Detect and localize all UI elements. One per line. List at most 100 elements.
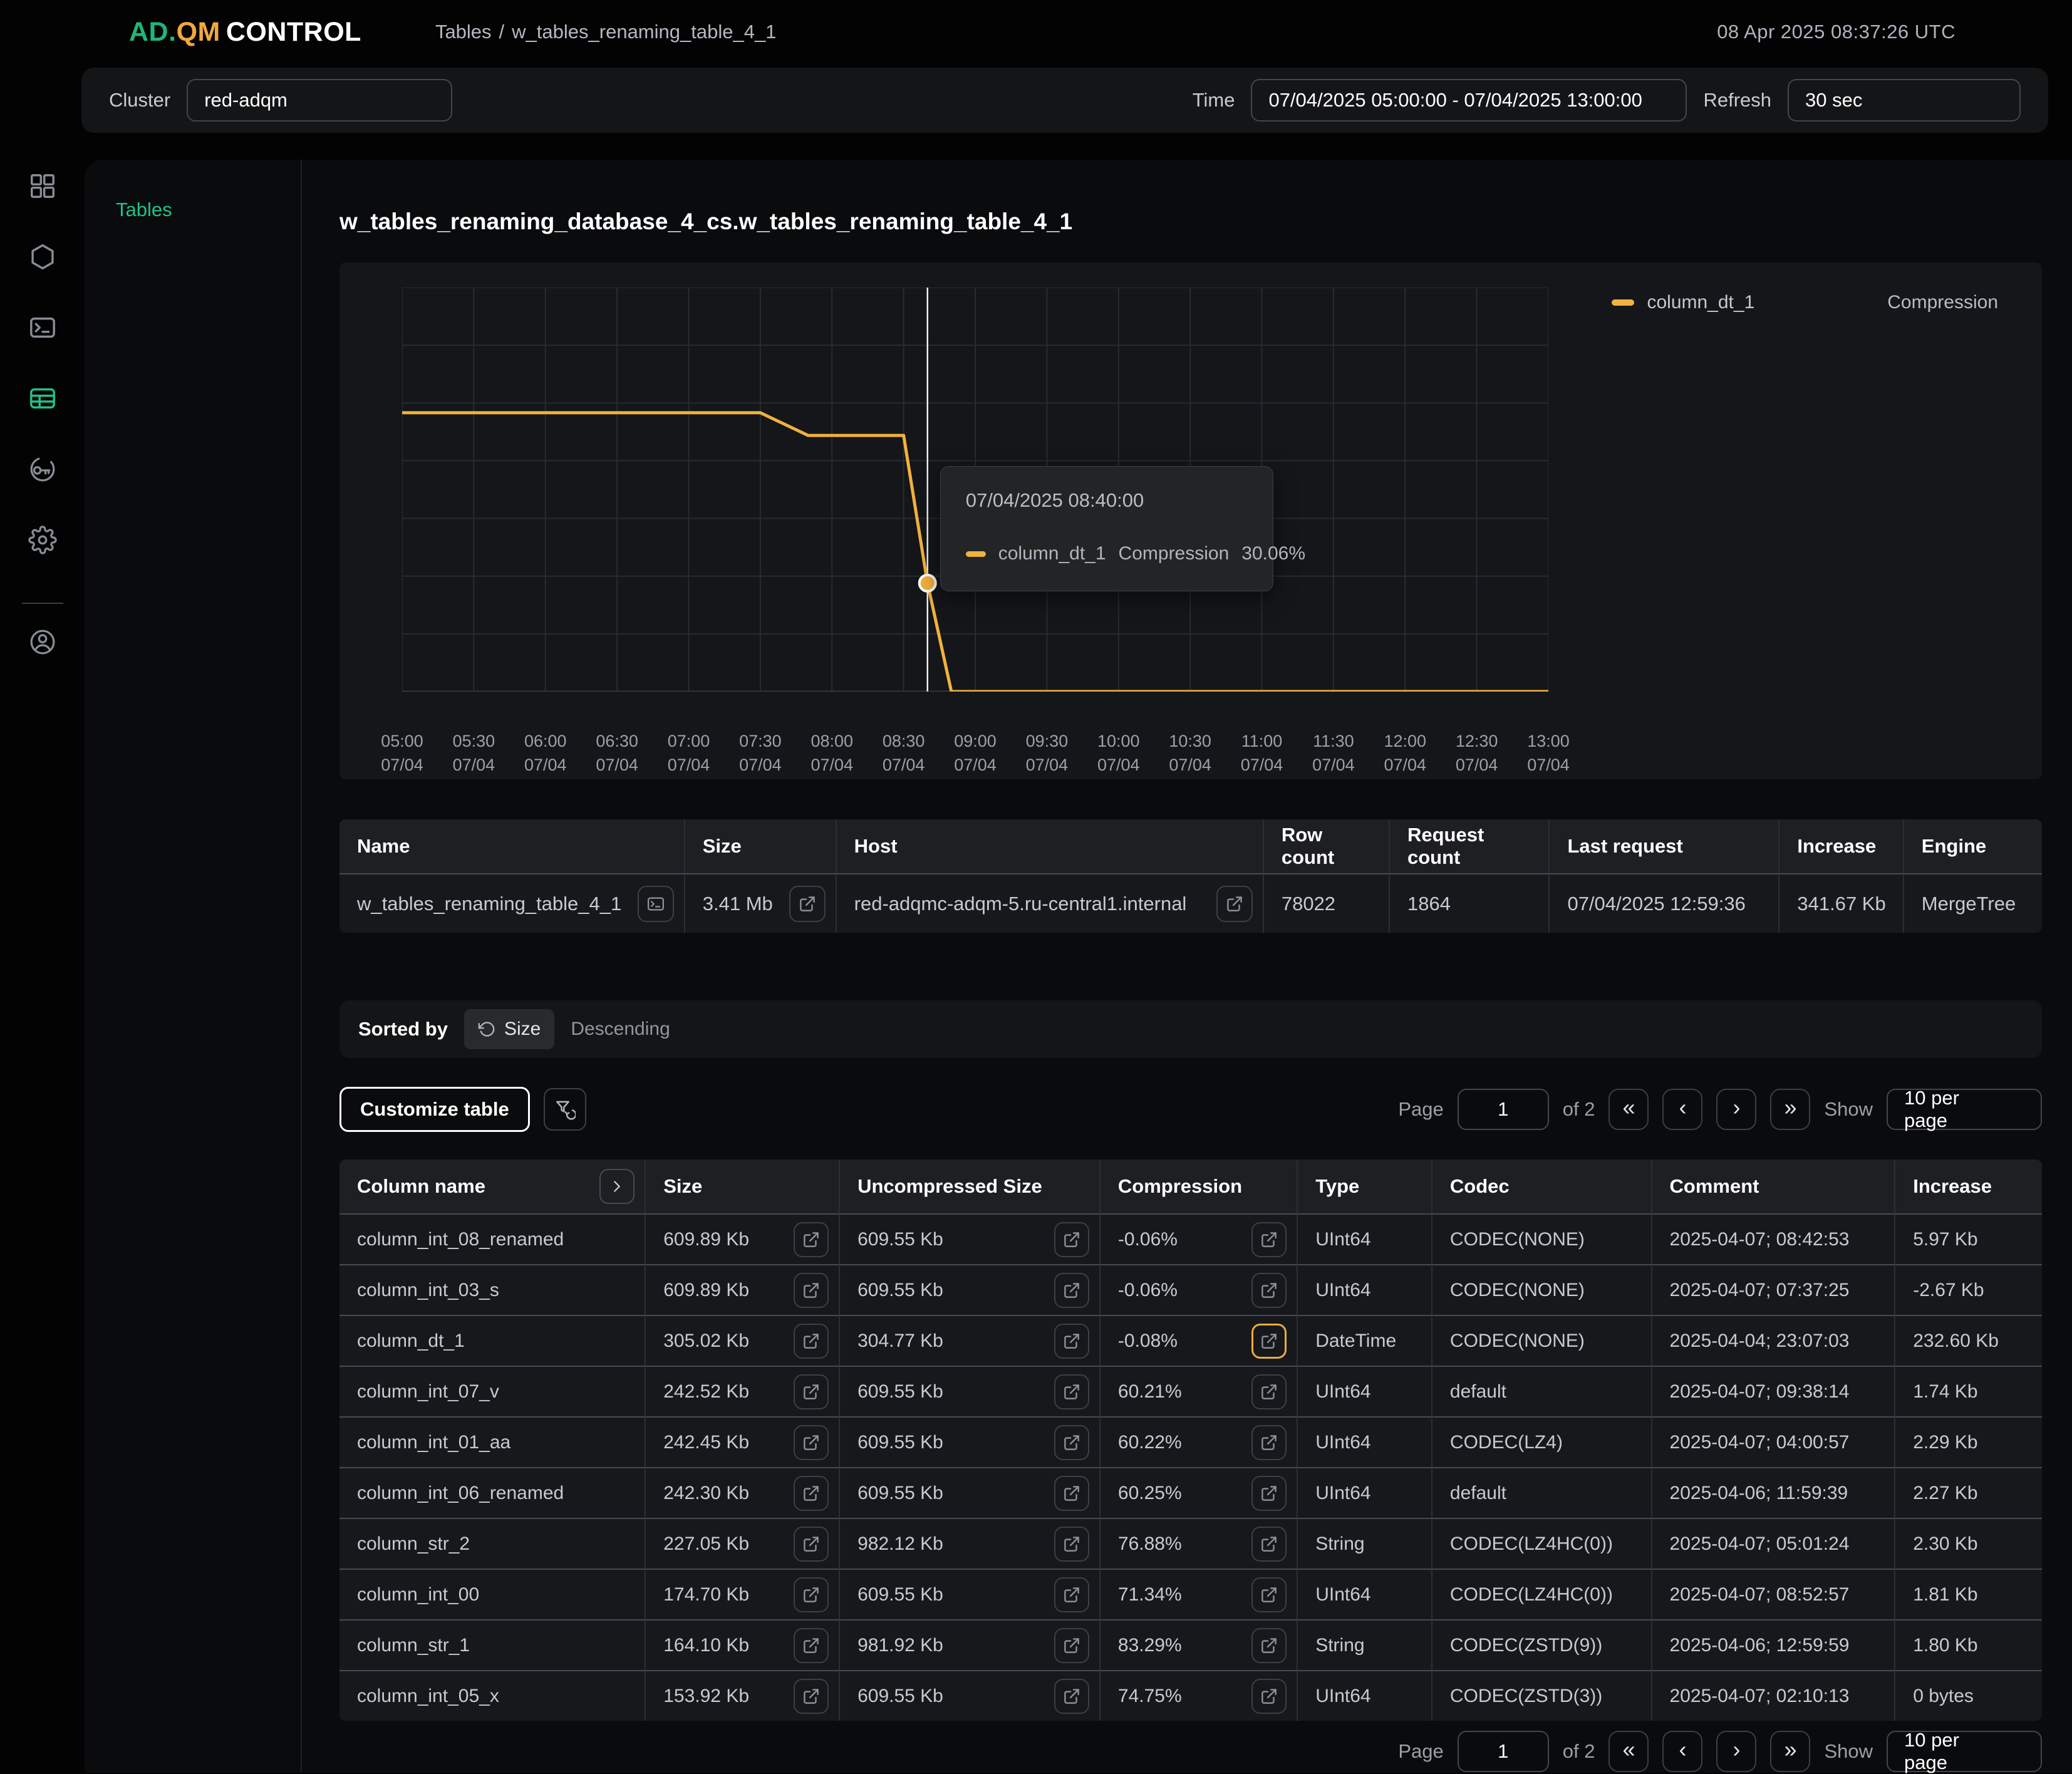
trash-icon[interactable] [1570,290,1595,315]
open-size-metric-button[interactable] [794,1273,829,1308]
open-host-button[interactable] [1216,886,1253,922]
col-header-increase[interactable]: Increase [1895,1159,2042,1213]
open-uncompressed-metric-button[interactable] [1054,1324,1089,1359]
open-compression-metric-button[interactable] [1251,1577,1287,1612]
first-page-button[interactable]: « [1608,1731,1649,1772]
open-uncompressed-metric-button[interactable] [1054,1679,1089,1714]
external-link-icon [802,1687,821,1706]
refresh-select[interactable]: 30 sec [1788,79,2021,122]
series-color-dash [1612,299,1634,306]
sidebar-item-console[interactable] [28,313,57,342]
open-uncompressed-metric-button[interactable] [1054,1222,1089,1257]
open-size-metric-button[interactable] [794,1527,829,1562]
cell-uncompressed-size: 609.55 Kb [840,1264,1101,1315]
first-page-button[interactable]: « [1608,1089,1649,1130]
app-logo[interactable]: AD.QMCONTROL [81,11,361,53]
prev-page-button[interactable]: ‹ [1662,1089,1702,1130]
reset-filters-button[interactable] [544,1088,586,1131]
open-size-metric-button[interactable] [794,1324,829,1359]
open-compression-metric-button[interactable] [1251,1273,1287,1308]
chevron-right-icon [1653,91,1672,110]
last-page-button[interactable]: » [1770,1089,1810,1130]
col-header-type[interactable]: Type [1298,1159,1432,1213]
external-link-icon [1062,1484,1081,1503]
open-size-metric-button[interactable] [794,1628,829,1663]
x-tick-label: 08:3007/04 [863,729,945,777]
open-console-button[interactable] [638,886,674,922]
open-size-metric-button[interactable] [794,1374,829,1409]
open-uncompressed-metric-button[interactable] [1054,1273,1089,1308]
col-header-size[interactable]: Size [646,1159,840,1213]
col-header-size-label: Size [663,1175,702,1198]
cell-type: UInt64 [1298,1467,1432,1518]
summary-engine-cell: MergeTree [1904,873,2042,933]
cell-size: 227.05 Kb [646,1518,840,1569]
external-link-icon [1260,1484,1278,1503]
open-compression-metric-button[interactable] [1251,1374,1287,1409]
prev-page-button[interactable]: ‹ [1662,1731,1702,1772]
page-number-input[interactable] [1458,1731,1549,1772]
next-page-button[interactable]: › [1716,1731,1756,1772]
open-uncompressed-metric-button[interactable] [1054,1628,1089,1663]
page-number-input[interactable] [1458,1089,1549,1130]
cell-increase: 0 bytes [1895,1670,2042,1721]
col-header-uncompressed[interactable]: Uncompressed Size [840,1159,1101,1213]
sort-field-chip[interactable]: Size [464,1009,554,1049]
breadcrumb-root[interactable]: Tables [435,21,492,43]
legend-series-name[interactable]: column_dt_1 [1647,292,1754,313]
open-compression-metric-button[interactable] [1251,1527,1287,1562]
sidebar-item-tables[interactable] [28,384,57,413]
customize-table-button[interactable]: Customize table [339,1087,530,1132]
sort-bar: Sorted by Size Descending [339,1000,2042,1058]
cell-size: 609.89 Kb [646,1213,840,1264]
last-page-button[interactable]: » [1770,1731,1810,1772]
sorted-by-label: Sorted by [358,1018,448,1040]
open-size-metric-button[interactable] [794,1679,829,1714]
open-compression-metric-button[interactable] [1251,1628,1287,1663]
open-compression-metric-button[interactable] [1251,1679,1287,1714]
expand-column-button[interactable] [599,1169,635,1204]
sidebar-item-tables-link[interactable]: Tables [116,199,301,221]
time-range-select[interactable]: 07/04/2025 05:00:00 - 07/04/2025 13:00:0… [1251,79,1687,122]
open-uncompressed-metric-button[interactable] [1054,1476,1089,1511]
open-uncompressed-metric-button[interactable] [1054,1577,1089,1612]
filter-right-group: Time 07/04/2025 05:00:00 - 07/04/2025 13… [1193,79,2021,122]
cell-codec: CODEC(LZ4HC(0)) [1432,1518,1652,1569]
external-link-icon [802,1281,821,1300]
open-size-metric-button[interactable] [794,1577,829,1612]
open-size-chart-button[interactable] [789,886,826,922]
cell-comment: 2025-04-06; 12:59:59 [1652,1619,1896,1670]
open-uncompressed-metric-button[interactable] [1054,1374,1089,1409]
open-size-metric-button[interactable] [794,1222,829,1257]
col-header-codec[interactable]: Codec [1432,1159,1652,1213]
open-uncompressed-metric-button[interactable] [1054,1527,1089,1562]
open-compression-metric-button[interactable] [1251,1324,1287,1359]
open-compression-metric-button[interactable] [1251,1476,1287,1511]
open-size-metric-button[interactable] [794,1425,829,1460]
moon-icon[interactable] [2018,18,2046,46]
open-compression-metric-button[interactable] [1251,1222,1287,1257]
open-compression-metric-button[interactable] [1251,1425,1287,1460]
secondary-sidebar: Tables [85,160,302,1773]
sidebar-item-dashboard[interactable] [28,172,57,200]
external-link-icon [1260,1535,1278,1554]
sidebar-item-services[interactable] [28,242,57,271]
cell-column-name: column_int_07_v [339,1366,646,1416]
open-uncompressed-metric-button[interactable] [1054,1425,1089,1460]
col-header-comment[interactable]: Comment [1652,1159,1896,1213]
open-size-metric-button[interactable] [794,1476,829,1511]
cell-comment: 2025-04-04; 23:07:03 [1652,1315,1896,1366]
icon-sidebar [0,133,85,1773]
cell-compression: -0.06% [1101,1264,1298,1315]
sidebar-item-keys[interactable] [28,455,57,484]
x-tick-label: 11:0007/04 [1221,729,1303,777]
per-page-select[interactable]: 10 per page [1887,1731,2042,1772]
sun-icon[interactable] [1973,18,2001,46]
col-header-compression[interactable]: Compression [1101,1159,1298,1213]
per-page-select[interactable]: 10 per page [1887,1089,2042,1130]
sidebar-item-settings[interactable] [28,526,57,554]
sidebar-item-profile[interactable] [28,628,57,656]
cluster-select[interactable]: red-adqm [187,79,452,122]
cell-size: 609.89 Kb [646,1264,840,1315]
next-page-button[interactable]: › [1716,1089,1756,1130]
